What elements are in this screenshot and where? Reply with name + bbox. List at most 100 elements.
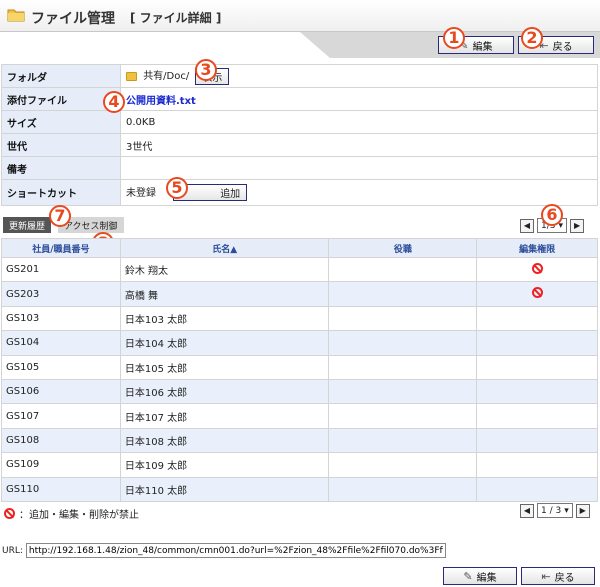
- row-edit-permission: [476, 427, 598, 454]
- row-id: GS203: [1, 281, 121, 307]
- row-id: GS107: [1, 403, 121, 429]
- row-edit-permission: [476, 305, 598, 332]
- chevron-right-icon[interactable]: ▶: [570, 218, 585, 233]
- shortcut-label: ショートカット: [1, 179, 121, 206]
- badge-1: 1: [443, 27, 465, 49]
- row-role: [328, 403, 478, 429]
- row-edit-permission: [476, 476, 598, 502]
- back-button-label: 戻る: [552, 41, 573, 53]
- generation-value: 3世代: [120, 133, 598, 157]
- remarks-label: 備考: [1, 156, 121, 180]
- row-edit-permission: [476, 403, 598, 429]
- row-role: [328, 476, 478, 502]
- table-row: GS107 日本107 太郎: [1, 403, 598, 429]
- edit-button-label: 編集: [472, 41, 493, 53]
- list-body: GS201 鈴木 翔太 GS203 高橋 舞 GS103 日本103 太郎 GS104 日本1…: [1, 256, 598, 502]
- deny-icon: [4, 508, 15, 519]
- row-name: 高橋 舞: [119, 281, 330, 307]
- badge-3: 3: [195, 59, 217, 81]
- badge-2: 2: [521, 27, 543, 49]
- table-row: GS104 日本104 太郎: [1, 330, 598, 356]
- row-id: GS201: [1, 256, 121, 283]
- badge-7: 7: [49, 205, 71, 227]
- row-id: GS103: [1, 305, 121, 332]
- edit-button-bottom[interactable]: ✎ 編集: [443, 567, 517, 585]
- back-arrow-icon: ⇤: [541, 569, 551, 583]
- generation-label: 世代: [1, 133, 121, 157]
- attachment-cell: 公開用資料.txt: [120, 87, 598, 111]
- row-name: 日本106 太郎: [119, 378, 330, 405]
- back-button-bottom[interactable]: ⇤ 戻る: [521, 567, 595, 585]
- chevron-left-icon[interactable]: ◀: [520, 503, 534, 518]
- row-edit-permission: [476, 281, 598, 307]
- deny-icon: [531, 262, 543, 274]
- row-name: 日本109 太郎: [119, 452, 330, 478]
- toolbar: ✎ 編集 ⇤ 戻る: [0, 32, 600, 58]
- table-row: GS201 鈴木 翔太: [1, 256, 598, 283]
- col-header-role: 役職: [328, 238, 478, 258]
- col-header-edit-permission: 編集権限: [476, 238, 598, 258]
- row-name: 日本105 太郎: [119, 354, 330, 380]
- badge-6: 6: [541, 204, 563, 226]
- attachment-link[interactable]: 公開用資料.txt: [126, 96, 196, 107]
- pencil-icon: ✎: [463, 569, 473, 583]
- bottom-pager: ◀ 1 / 3 ▾ ▶: [520, 503, 590, 518]
- shortcut-cell: 未登録 追加: [120, 179, 598, 206]
- row-role: [328, 452, 478, 478]
- bottom-page-value: 1 / 3: [541, 505, 562, 516]
- row-id: GS108: [1, 427, 121, 454]
- page-subtitle: [ ファイル詳細 ]: [130, 11, 222, 25]
- file-detail-table: フォルダ 共有/Doc/ 表示 添付ファイル 公開用資料.txt サイズ 0.0…: [1, 64, 598, 206]
- chevron-down-icon: ▾: [564, 505, 569, 516]
- row-role: [328, 305, 478, 332]
- size-label: サイズ: [1, 110, 121, 134]
- url-field[interactable]: [25, 543, 446, 558]
- remarks-value: [120, 156, 598, 180]
- url-row: URL:: [2, 543, 446, 558]
- table-row: GS109 日本109 太郎: [1, 452, 598, 478]
- deny-icon: [531, 287, 543, 299]
- access-list-table: 社員/職員番号 氏名▲ 役職 編集権限 GS201 鈴木 翔太 GS203 高橋 舞G…: [1, 238, 598, 502]
- bottom-page-select[interactable]: 1 / 3 ▾: [537, 503, 573, 518]
- row-role: [328, 354, 478, 380]
- folder-label: フォルダ: [1, 64, 121, 88]
- col-header-name[interactable]: 氏名▲: [119, 238, 330, 258]
- badge-4: 4: [103, 91, 125, 113]
- table-row: GS203 高橋 舞: [1, 281, 598, 307]
- folder-icon: [7, 9, 25, 22]
- row-edit-permission: [476, 330, 598, 356]
- legend: ：追加・編集・削除が禁止: [4, 506, 139, 521]
- chevron-left-icon[interactable]: ◀: [520, 218, 534, 233]
- row-role: [328, 427, 478, 454]
- row-name: 日本103 太郎: [119, 305, 330, 332]
- folder-path: 共有/Doc/: [143, 71, 190, 83]
- row-id: GS110: [1, 476, 121, 502]
- col-header-id[interactable]: 社員/職員番号: [1, 238, 121, 258]
- row-name: 日本107 太郎: [119, 403, 330, 429]
- tab-history[interactable]: 更新履歴: [3, 217, 52, 233]
- table-row: GS106 日本106 太郎: [1, 378, 598, 405]
- row-id: GS106: [1, 378, 121, 405]
- url-label: URL:: [2, 545, 23, 556]
- table-row: GS105 日本105 太郎: [1, 354, 598, 380]
- row-name: 日本104 太郎: [119, 330, 330, 356]
- chevron-right-icon[interactable]: ▶: [575, 503, 590, 518]
- row-name: 日本110 太郎: [119, 476, 330, 502]
- row-role: [328, 256, 478, 283]
- row-edit-permission: [476, 354, 598, 380]
- row-name: 日本108 太郎: [119, 427, 330, 454]
- size-value: 0.0KB: [120, 110, 598, 134]
- row-id: GS109: [1, 452, 121, 478]
- row-role: [328, 330, 478, 356]
- row-id: GS105: [1, 354, 121, 380]
- badge-5: 5: [166, 177, 188, 199]
- page-header: ファイル管理 [ ファイル詳細 ]: [0, 0, 600, 32]
- table-row: GS110 日本110 太郎: [1, 476, 598, 502]
- row-role: [328, 378, 478, 405]
- back-button-bottom-label: 戻る: [554, 572, 575, 584]
- row-id: GS104: [1, 330, 121, 356]
- row-edit-permission: [476, 256, 598, 283]
- row-role: [328, 281, 478, 307]
- folder-cell: 共有/Doc/ 表示: [120, 64, 598, 88]
- folder-small-icon: [126, 71, 137, 81]
